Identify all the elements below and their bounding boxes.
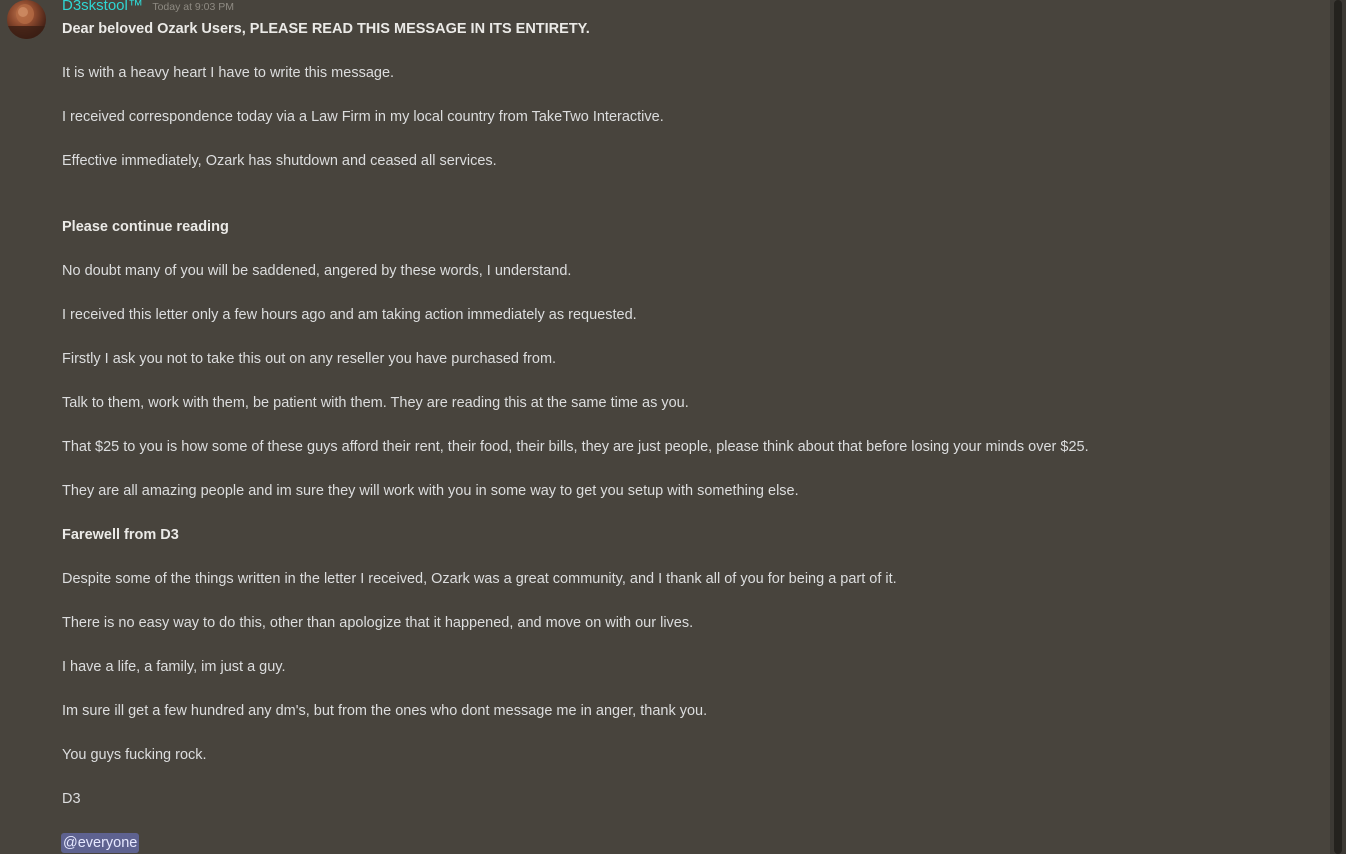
message-line-heading: Please continue reading <box>62 219 229 235</box>
message-line: I have a life, a family, im just a guy. <box>62 659 286 675</box>
chat-message: D3skstool™ Today at 9:03 PM Dear beloved… <box>0 0 1330 854</box>
scrollbar-thumb[interactable] <box>1334 0 1342 854</box>
message-line: They are all amazing people and im sure … <box>62 483 799 499</box>
message-line: Effective immediately, Ozark has shutdow… <box>62 153 497 169</box>
message-line: Despite some of the things written in th… <box>62 571 897 587</box>
username[interactable]: D3skstool™ <box>62 0 143 14</box>
everyone-mention[interactable]: @everyone <box>61 833 140 853</box>
message-line: I received correspondence today via a La… <box>62 109 664 125</box>
message-line-heading: Farewell from D3 <box>62 527 179 543</box>
message-line: D3 <box>62 791 81 807</box>
message-line: There is no easy way to do this, other t… <box>62 615 694 631</box>
message-line: Talk to them, work with them, be patient… <box>62 395 689 411</box>
message-timestamp: Today at 9:03 PM <box>152 1 235 13</box>
message-line: That $25 to you is how some of these guy… <box>62 439 1089 455</box>
message-line: It is with a heavy heart I have to write… <box>62 65 395 81</box>
message-line: You guys fucking rock. <box>62 747 207 763</box>
user-avatar[interactable] <box>7 0 46 39</box>
user-avatar-photo <box>7 4 46 39</box>
message-line: Im sure ill get a few hundred any dm's, … <box>62 703 708 719</box>
scrollbar[interactable] <box>1330 0 1346 854</box>
message-line-heading: Dear beloved Ozark Users, PLEASE READ TH… <box>62 21 590 37</box>
message-line: No doubt many of you will be saddened, a… <box>62 263 572 279</box>
message-header: D3skstool™ Today at 9:03 PM <box>62 0 234 17</box>
message-line: Firstly I ask you not to take this out o… <box>62 351 557 367</box>
message-line: I received this letter only a few hours … <box>62 307 637 323</box>
